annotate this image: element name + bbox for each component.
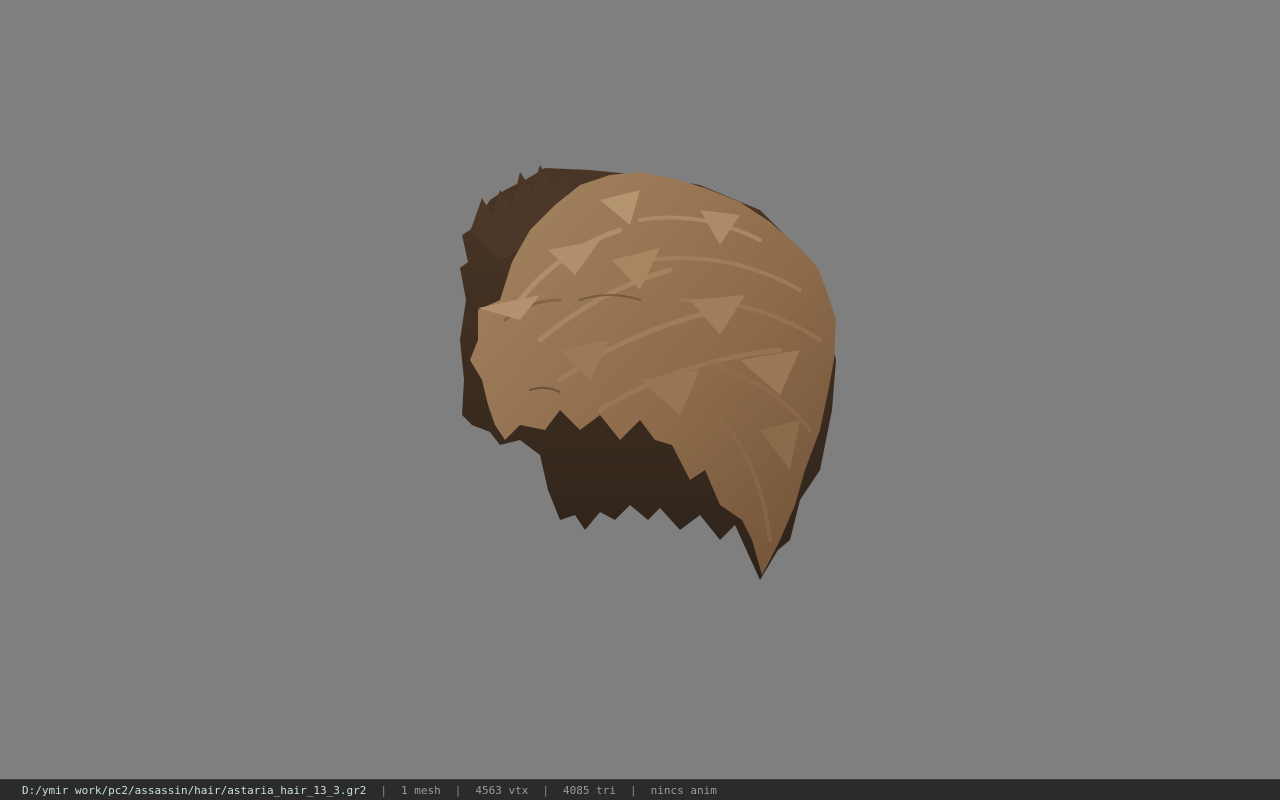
status-bar: D:/ymir work/pc2/assassin/hair/astaria_h… <box>0 779 1280 800</box>
vertex-count: 4563 vtx <box>475 783 529 797</box>
separator: | <box>629 783 637 797</box>
hair-model[interactable] <box>0 0 1280 779</box>
animation-status: nincs anim <box>650 783 717 797</box>
separator: | <box>380 783 387 797</box>
mesh-count: 1 mesh <box>401 783 441 797</box>
separator: | <box>454 783 462 797</box>
separator: | <box>542 783 549 797</box>
3d-viewport[interactable] <box>0 0 1280 779</box>
triangle-count: 4085 tri <box>562 783 616 797</box>
file-path: D:/ymir work/pc2/assassin/hair/astaria_h… <box>22 783 367 797</box>
